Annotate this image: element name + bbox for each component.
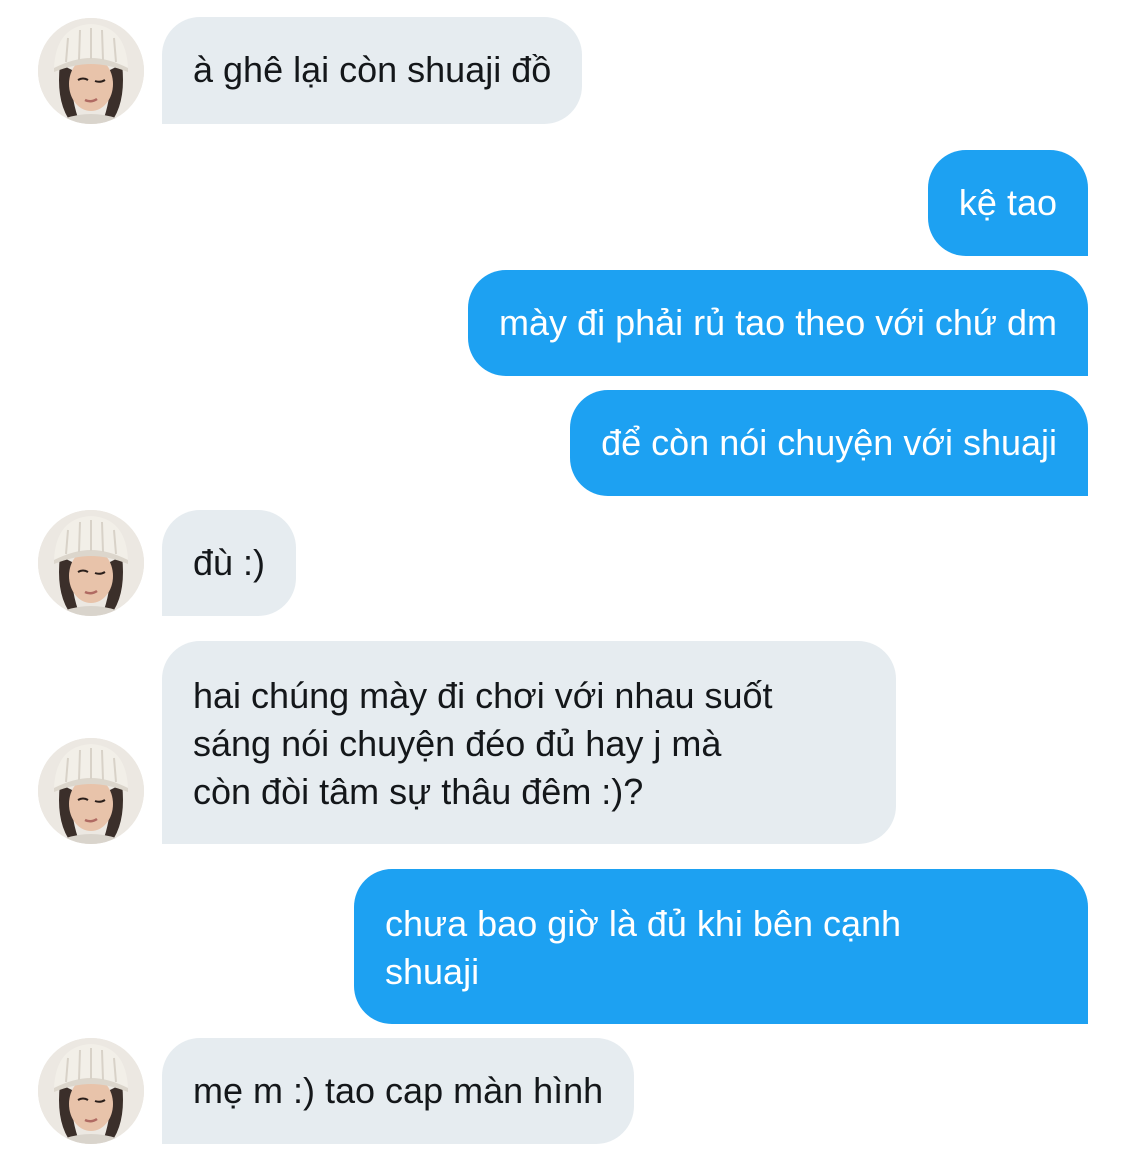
message-text: mẹ m :) tao cap màn hình	[193, 1070, 604, 1111]
message-text: à ghê lại còn shuaji đồ	[193, 49, 552, 90]
message-line: còn đòi tâm sự thâu đêm :)?	[193, 771, 644, 812]
message-text: để còn nói chuyện với shuaji	[601, 422, 1057, 463]
profile-photo-icon	[38, 18, 144, 124]
outgoing-message[interactable]: chưa bao giờ là đủ khi bên cạnh shuaji	[354, 869, 1088, 1024]
message-text: kệ tao	[958, 182, 1057, 223]
message-line: chưa bao giờ là đủ khi bên cạnh	[385, 903, 902, 944]
message-text: mày đi phải rủ tao theo với chứ dm	[499, 302, 1057, 343]
outgoing-message[interactable]: để còn nói chuyện với shuaji	[570, 390, 1088, 496]
outgoing-message[interactable]: mày đi phải rủ tao theo với chứ dm	[468, 270, 1088, 376]
message-line: hai chúng mày đi chơi với nhau suốt	[193, 675, 773, 716]
incoming-message[interactable]: mẹ m :) tao cap màn hình	[162, 1038, 635, 1144]
incoming-message[interactable]: à ghê lại còn shuaji đồ	[162, 17, 583, 124]
profile-photo-icon	[38, 1038, 144, 1144]
contact-avatar[interactable]	[38, 738, 144, 844]
message-line: shuaji	[385, 951, 480, 992]
incoming-message[interactable]: hai chúng mày đi chơi với nhau suốt sáng…	[162, 641, 896, 844]
message-text: đù :)	[193, 542, 266, 583]
contact-avatar[interactable]	[38, 510, 144, 616]
outgoing-message[interactable]: kệ tao	[927, 150, 1088, 256]
contact-avatar[interactable]	[38, 18, 144, 124]
message-line: sáng nói chuyện đéo đủ hay j mà	[193, 723, 722, 764]
incoming-message[interactable]: đù :)	[162, 510, 297, 616]
profile-photo-icon	[38, 738, 144, 844]
profile-photo-icon	[38, 510, 144, 616]
contact-avatar[interactable]	[38, 1038, 144, 1144]
